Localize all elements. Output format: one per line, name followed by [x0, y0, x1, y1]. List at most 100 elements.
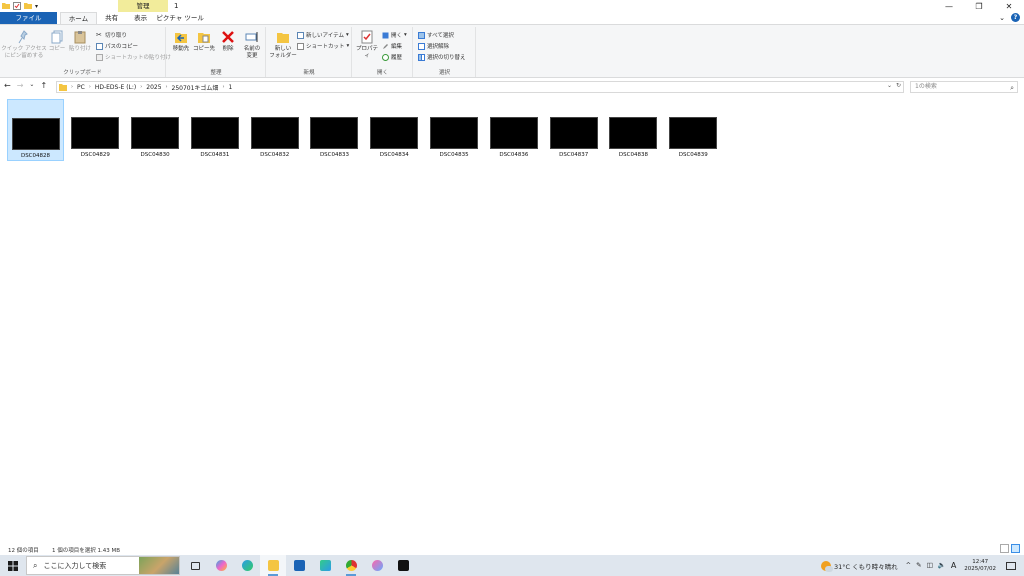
address-bar[interactable]: › PC › HD-EDS-E (L:) › 2025 › 250701キゴム畑… — [56, 81, 904, 93]
file-item[interactable]: DSC04828 — [7, 99, 64, 161]
file-item[interactable]: DSC04831 — [186, 99, 243, 161]
search-icon: ⌕ — [1010, 84, 1014, 92]
status-bar: 12 個の項目 1 個の項目を選択 1.43 MB — [0, 543, 1024, 555]
clock-date: 2025/07/02 — [964, 565, 996, 572]
breadcrumb-year[interactable]: 2025 — [146, 84, 161, 91]
breadcrumb-folder[interactable]: 250701キゴム畑 — [172, 83, 219, 92]
photos-button[interactable] — [364, 555, 390, 576]
clock[interactable]: 12:47 2025/07/02 — [964, 559, 996, 573]
weather-widget[interactable]: 31°C くもり時々晴れ — [821, 560, 898, 572]
file-name: DSC04831 — [200, 152, 230, 158]
recent-locations-icon[interactable]: ⌄ — [29, 81, 34, 90]
rename-button[interactable]: 名前の 変更 — [240, 30, 264, 60]
breadcrumb-drive[interactable]: HD-EDS-E (L:) — [95, 84, 136, 91]
address-dropdown-icon[interactable]: ⌄ — [887, 82, 892, 89]
file-explorer-button[interactable] — [260, 555, 286, 576]
paste-shortcut-button[interactable]: ショートカットの貼り付け — [96, 53, 171, 61]
properties-check-icon[interactable] — [13, 2, 21, 10]
file-name: DSC04838 — [618, 152, 648, 158]
details-view-icon[interactable] — [1000, 544, 1009, 553]
open-button[interactable]: 開く ▾ — [382, 31, 407, 39]
close-button[interactable]: ✕ — [994, 0, 1024, 12]
store-button[interactable] — [286, 555, 312, 576]
breadcrumb-separator-icon[interactable]: › — [166, 84, 168, 90]
tab-view[interactable]: 表示 — [126, 12, 155, 24]
easy-access-button[interactable]: ショートカット ▾ — [297, 42, 349, 50]
back-arrow-icon[interactable]: ← — [4, 81, 11, 90]
breadcrumb-separator-icon[interactable]: › — [71, 84, 73, 90]
show-hidden-icons-icon[interactable]: ^ — [906, 561, 911, 570]
select-all-button[interactable]: すべて選択 — [418, 31, 454, 39]
minimize-button[interactable]: — — [934, 0, 964, 12]
image-thumbnail — [489, 117, 538, 149]
large-icons-view-icon[interactable] — [1011, 544, 1020, 553]
cut-button[interactable]: ✂ 切り取り — [96, 31, 127, 39]
network-icon[interactable]: ◫ — [927, 561, 933, 570]
invert-selection-button[interactable]: 選択の切り替え — [418, 53, 466, 61]
select-none-label: 選択解除 — [427, 44, 450, 50]
volume-icon[interactable]: 🔈 — [938, 561, 946, 570]
notification-icon[interactable] — [1006, 561, 1016, 570]
file-item[interactable]: DSC04834 — [366, 99, 423, 161]
file-item[interactable]: DSC04833 — [306, 99, 363, 161]
breadcrumb-pc[interactable]: PC — [77, 84, 85, 91]
file-item[interactable]: DSC04829 — [67, 99, 124, 161]
up-arrow-icon[interactable]: ↑ — [40, 81, 47, 90]
refresh-icon[interactable]: ↻ — [896, 82, 901, 89]
customize-dropdown-icon[interactable]: ▾ — [35, 3, 38, 10]
new-item-button[interactable]: 新しいアイテム ▾ — [297, 31, 349, 39]
task-view-button[interactable] — [182, 555, 208, 576]
breadcrumb-separator-icon[interactable]: › — [89, 84, 91, 90]
history-button[interactable]: 履歴 — [382, 53, 402, 61]
breadcrumb-separator-icon[interactable]: › — [140, 84, 142, 90]
file-item[interactable]: DSC04832 — [246, 99, 303, 161]
edge-button[interactable] — [234, 555, 260, 576]
manage-context-tab[interactable]: 管理 — [118, 0, 168, 12]
tab-share[interactable]: 共有 — [97, 12, 126, 24]
edit-button[interactable]: 編集 — [382, 42, 402, 50]
weather-partly-cloudy-icon — [821, 560, 834, 572]
start-button[interactable] — [0, 555, 26, 576]
search-placeholder: 1の検索 — [915, 83, 937, 90]
copy-to-button[interactable]: コピー先 — [193, 30, 215, 53]
help-icon[interactable]: ? — [1011, 13, 1020, 22]
clock-time: 12:47 — [972, 558, 989, 565]
copy-button[interactable]: コピー — [48, 30, 66, 53]
paste-button[interactable]: 貼り付け — [68, 30, 92, 53]
breadcrumb-current[interactable]: 1 — [228, 84, 232, 91]
tab-home[interactable]: ホーム — [59, 12, 98, 24]
tab-picture-tools[interactable]: ピクチャ ツール — [155, 12, 205, 24]
move-to-button[interactable]: 移動先 — [170, 30, 192, 53]
maps-button[interactable] — [312, 555, 338, 576]
restore-button[interactable]: ❐ — [964, 0, 994, 12]
new-folder-button[interactable]: 新しい フォルダー — [269, 30, 297, 60]
search-input[interactable]: 1の検索 ⌕ — [910, 81, 1018, 93]
file-item[interactable]: DSC04838 — [605, 99, 662, 161]
chrome-button[interactable] — [338, 555, 364, 576]
pin-quick-access-button[interactable]: クイック アクセス にピン留めする — [1, 30, 47, 60]
copilot-button[interactable] — [208, 555, 234, 576]
delete-button[interactable]: 削除 — [219, 30, 237, 53]
copy-path-button[interactable]: パスのコピー — [96, 42, 138, 50]
task-view-icon — [190, 561, 200, 570]
properties-button[interactable]: プロパティ — [355, 30, 379, 60]
ime-indicator[interactable]: A — [951, 561, 956, 570]
copy-icon — [51, 30, 63, 44]
file-item[interactable]: DSC04830 — [127, 99, 184, 161]
capcut-button[interactable] — [390, 555, 416, 576]
file-item[interactable]: DSC04836 — [485, 99, 542, 161]
new-folder-icon[interactable] — [24, 2, 32, 10]
edit-icon — [383, 43, 388, 49]
group-organize: 移動先 コピー先 削除 名前の 変更 整理 — [167, 27, 266, 77]
expand-ribbon-icon[interactable]: ⌄ — [999, 14, 1005, 22]
forward-arrow-icon[interactable]: → — [17, 81, 24, 90]
file-item[interactable]: DSC04837 — [545, 99, 602, 161]
file-item[interactable]: DSC04835 — [426, 99, 483, 161]
taskbar-search-input[interactable]: ⌕ ここに入力して検索 — [26, 556, 180, 575]
breadcrumb-separator-icon[interactable]: › — [222, 84, 224, 90]
move-to-icon — [175, 33, 187, 43]
file-item[interactable]: DSC04839 — [665, 99, 722, 161]
pen-icon[interactable]: ✎ — [916, 561, 921, 570]
select-none-button[interactable]: 選択解除 — [418, 42, 449, 50]
tray-icons: ^ ✎ ◫ 🔈 A — [906, 561, 957, 570]
